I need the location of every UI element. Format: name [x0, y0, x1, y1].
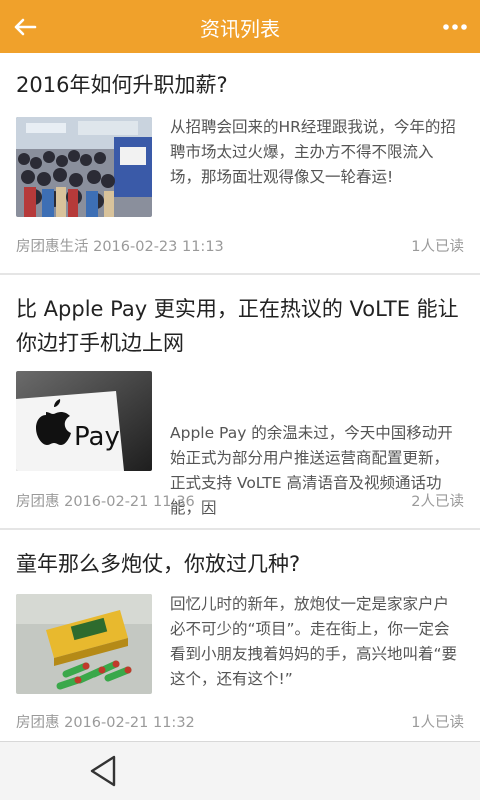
read-count: 2人已读 [411, 494, 464, 510]
triangle-back-icon[interactable] [88, 754, 118, 788]
article-summary: 回忆儿时的新年，放炮仗一定是家家户户必不可少的“项目”。走在街上，你一定会看到小… [170, 595, 458, 688]
article-title: 2016年如何升职加薪? [16, 73, 228, 97]
page-title: 资讯列表 [200, 17, 280, 41]
article-meta: 房团惠生活 2016-02-23 11:13 [16, 239, 224, 255]
more-horizontal-icon[interactable] [440, 12, 470, 42]
article-thumbnail: Pay [16, 371, 152, 471]
article-thumbnail [16, 117, 152, 217]
article-thumbnail [16, 594, 152, 694]
thumb-pay-text: Pay [74, 422, 120, 452]
article-summary: 从招聘会回来的HR经理跟我说，今年的招聘市场太过火爆，主办方不得不限流入场，那场… [170, 118, 456, 186]
article-meta: 房团惠 2016-02-21 11:36 [16, 494, 195, 510]
app-bar: 资讯列表 [0, 0, 480, 53]
read-count: 1人已读 [411, 715, 464, 731]
article-card[interactable]: 比 Apple Pay 更实用，正在热议的 VoLTE 能让你边打手机边上网 P… [0, 275, 480, 530]
article-title: 童年那么多炮仗，你放过几种? [16, 552, 301, 576]
article-list: 2016年如何升职加薪? 从招聘会回来的HR经理跟我说，今年的招聘市场太过火爆，… [0, 53, 480, 741]
article-meta: 房团惠 2016-02-21 11:32 [16, 715, 195, 731]
system-nav-bar [0, 741, 480, 800]
article-title: 比 Apple Pay 更实用，正在热议的 VoLTE 能让你边打手机边上网 [16, 297, 459, 355]
article-card[interactable]: 2016年如何升职加薪? 从招聘会回来的HR经理跟我说，今年的招聘市场太过火爆，… [0, 53, 480, 275]
read-count: 1人已读 [411, 239, 464, 255]
article-card[interactable]: 童年那么多炮仗，你放过几种? 回忆儿时的新年，放炮仗一定是家家户户必不可少的“项… [0, 530, 480, 741]
